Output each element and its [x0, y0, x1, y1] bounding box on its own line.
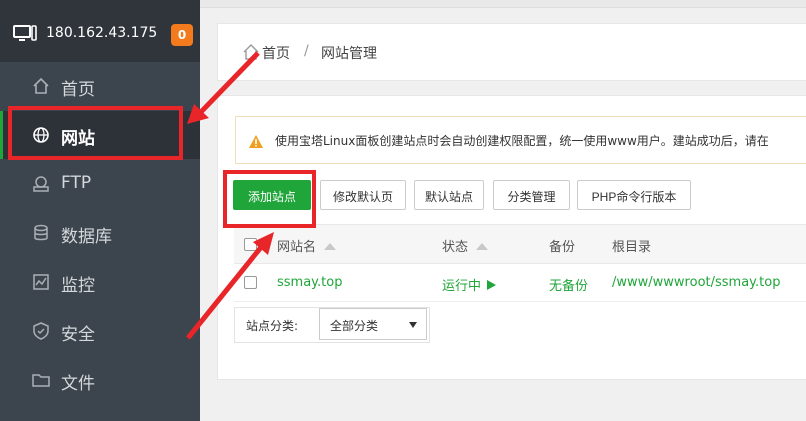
database-icon: [32, 224, 50, 242]
category-select[interactable]: 全部分类: [319, 308, 427, 340]
site-status[interactable]: 运行中: [442, 275, 497, 294]
breadcrumb-separator: /: [304, 43, 309, 59]
sidebar-item-files[interactable]: 文件: [0, 356, 200, 404]
sidebar-item-label: 监控: [61, 276, 95, 296]
sidebar-item-label: 文件: [61, 374, 95, 394]
category-select-value: 全部分类: [330, 319, 379, 333]
edit-default-page-button[interactable]: 修改默认页: [320, 180, 406, 210]
column-header-name[interactable]: 网站名: [277, 236, 337, 255]
play-icon: [487, 280, 497, 290]
filter-label: 站点分类:: [246, 319, 299, 333]
sidebar-item-label: FTP: [61, 173, 92, 193]
permission-notice: 使用宝塔Linux面板创建站点时会自动创建权限配置，统一使用www用户。建站成功…: [235, 116, 806, 164]
server-header: 180.162.43.175 0: [0, 0, 200, 62]
shield-icon: [32, 322, 50, 340]
home-icon[interactable]: [243, 44, 259, 64]
breadcrumb-current: 网站管理: [321, 46, 377, 62]
sidebar-item-ftp[interactable]: FTP: [0, 160, 200, 208]
sidebar-item-label: 安全: [61, 325, 95, 345]
sidebar-item-security[interactable]: 安全: [0, 307, 200, 355]
sidebar: 180.162.43.175 0 首页 网站 FTP 数据库 监控 安全 文件: [0, 0, 200, 421]
notification-badge[interactable]: 0: [171, 24, 193, 46]
caret-down-icon: [409, 322, 417, 328]
monitor-icon: [32, 273, 50, 291]
sidebar-item-label: 数据库: [61, 227, 112, 247]
site-backup-link[interactable]: 无备份: [549, 275, 588, 294]
warning-icon: [249, 133, 263, 152]
annotation-highlight-website: [8, 106, 183, 160]
folder-icon: [32, 371, 50, 389]
select-all-checkbox[interactable]: [244, 238, 257, 251]
column-header-root: 根目录: [612, 240, 652, 255]
annotation-highlight-add-site: [223, 170, 316, 228]
php-cli-version-button[interactable]: PHP命令行版本: [577, 180, 691, 210]
ftp-icon: [32, 175, 50, 193]
server-ip: 180.162.43.175: [46, 25, 158, 41]
sort-arrow-icon: [324, 243, 337, 250]
site-name-link[interactable]: ssmay.top: [277, 275, 342, 290]
default-site-button[interactable]: 默认站点: [414, 180, 484, 210]
column-header-backup: 备份: [549, 240, 576, 255]
monitor-server-icon: [13, 24, 37, 48]
table-header: 网站名 状态 备份 根目录: [234, 224, 806, 264]
breadcrumb: 首页 / 网站管理: [217, 23, 806, 81]
site-category-filter: 站点分类: 全部分类: [234, 307, 430, 343]
home-icon: [32, 77, 50, 95]
category-manage-button[interactable]: 分类管理: [493, 180, 570, 210]
column-header-status[interactable]: 状态: [442, 236, 489, 255]
site-root-link[interactable]: /www/wwwroot/ssmay.top: [612, 275, 780, 290]
sidebar-item-monitor[interactable]: 监控: [0, 258, 200, 306]
notice-text: 使用宝塔Linux面板创建站点时会自动创建权限配置，统一使用www用户。建站成功…: [275, 134, 769, 148]
sidebar-item-label: 首页: [61, 80, 95, 100]
sort-arrow-icon: [476, 243, 489, 250]
sidebar-item-home[interactable]: 首页: [0, 62, 200, 110]
breadcrumb-home-link[interactable]: 首页: [262, 43, 290, 63]
sidebar-item-database[interactable]: 数据库: [0, 209, 200, 257]
top-scrollbar[interactable]: [200, 0, 806, 8]
site-management-panel: 使用宝塔Linux面板创建站点时会自动创建权限配置，统一使用www用户。建站成功…: [217, 95, 806, 380]
table-row: ssmay.top 运行中 无备份 /www/wwwroot/ssmay.top: [234, 263, 806, 302]
row-checkbox[interactable]: [244, 276, 257, 289]
